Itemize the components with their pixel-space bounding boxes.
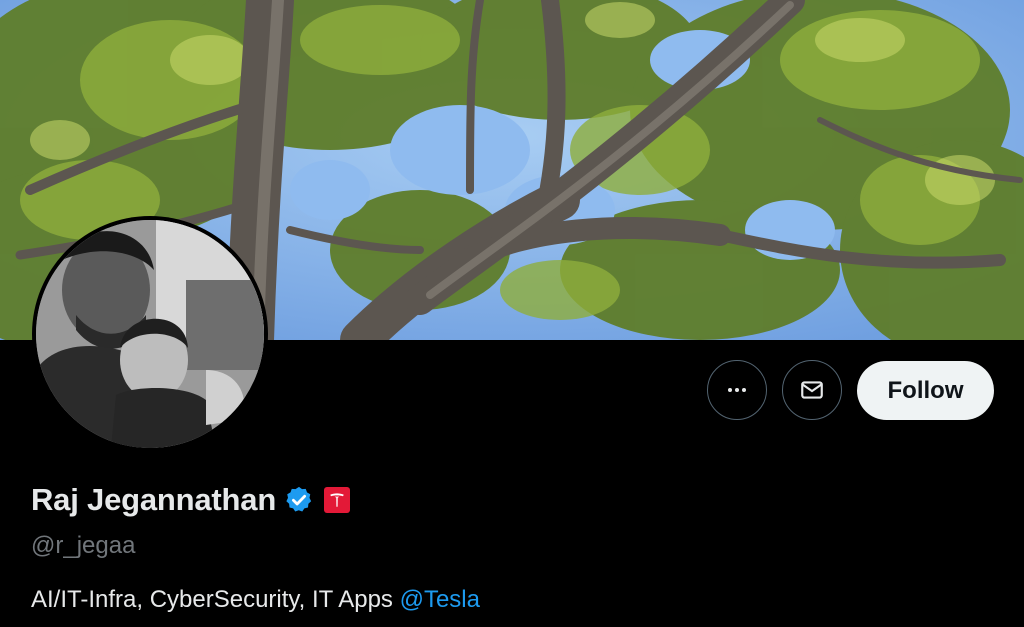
bio-mention-link[interactable]: @Tesla (400, 586, 480, 613)
message-button[interactable] (782, 360, 842, 420)
profile-handle: @r_jegaa (31, 532, 136, 559)
bio-text: AI/IT-Infra, CyberSecurity, IT Apps (31, 586, 400, 613)
profile-avatar[interactable] (32, 216, 268, 452)
follow-button[interactable]: Follow (857, 361, 994, 420)
display-name: Raj Jegannathan (31, 482, 277, 517)
avatar-photo (36, 220, 264, 448)
tesla-affiliate-icon[interactable] (324, 487, 351, 513)
envelope-icon (801, 381, 823, 399)
more-options-button[interactable] (707, 360, 767, 420)
more-horizontal-icon (728, 388, 746, 392)
verified-badge-icon[interactable] (284, 485, 314, 515)
profile-name-row: Raj Jegannathan (31, 482, 351, 518)
profile-bio: AI/IT-Infra, CyberSecurity, IT Apps @Tes… (31, 586, 480, 614)
